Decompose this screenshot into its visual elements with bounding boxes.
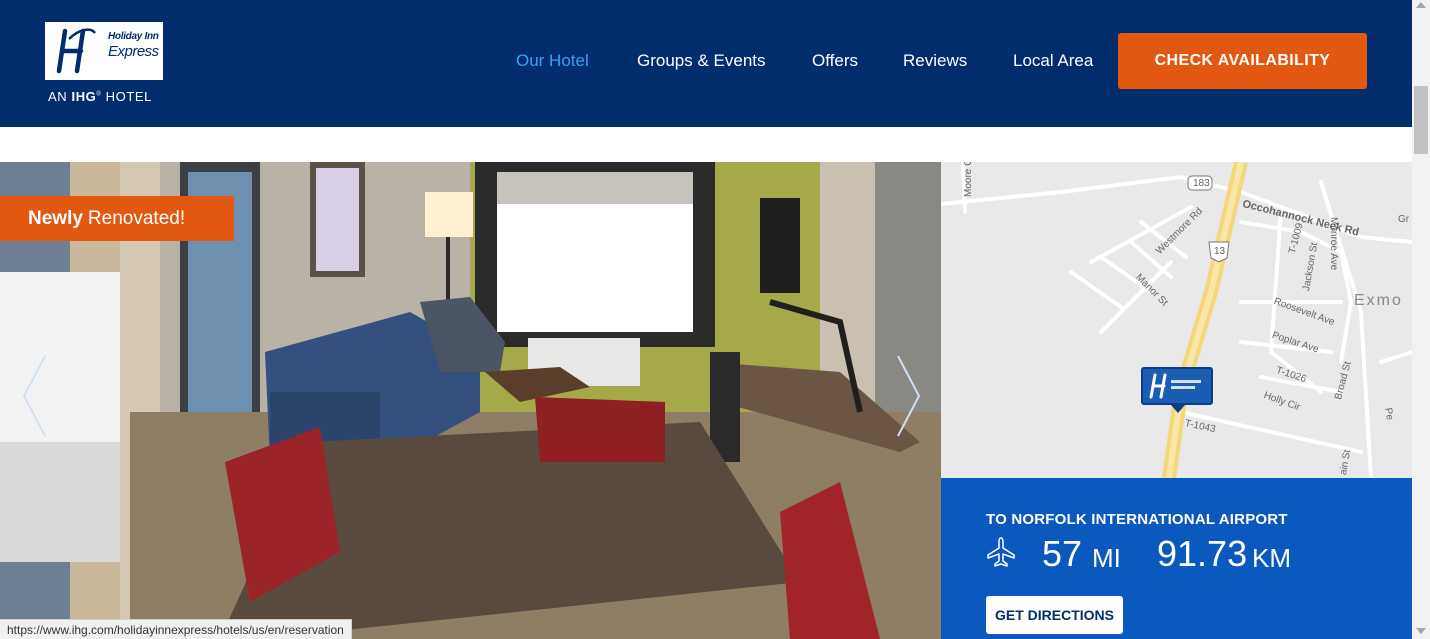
map-label-route-13: 13 (1214, 246, 1226, 257)
map-label-moore: Moore C (963, 162, 974, 197)
nav-reviews[interactable]: Reviews (903, 51, 967, 73)
pin-logo-icon (1149, 373, 1201, 399)
logo-tagline: AN IHG® HOTEL (48, 89, 152, 104)
get-directions-button[interactable]: GET DIRECTIONS (986, 596, 1123, 634)
airport-distance-panel: TO NORFOLK INTERNATIONAL AIRPORT 57 MI 9… (941, 478, 1412, 639)
scroll-down-arrow-icon[interactable] (1416, 628, 1426, 634)
nav-offers[interactable]: Offers (812, 51, 858, 73)
map-label-exmo: Exmo (1354, 292, 1403, 309)
map-label-gr: Gr (1398, 214, 1410, 225)
check-availability-button[interactable]: CHECK AVAILABILITY (1118, 33, 1367, 89)
hotel-map-pin-icon[interactable] (1141, 367, 1213, 413)
logo-tagline-prefix: AN (48, 89, 72, 104)
newly-renovated-badge: Newly Renovated! (0, 196, 234, 241)
nav-local-area[interactable]: Local Area (1013, 51, 1093, 73)
map-label-pe: Pe (1382, 407, 1396, 421)
chevron-left-icon[interactable] (20, 354, 50, 438)
logo-brand-line2: Express (108, 43, 159, 60)
plane-icon (987, 537, 1015, 567)
logo-brand-line1: Holiday Inn (108, 31, 159, 42)
airport-title: TO NORFOLK INTERNATIONAL AIRPORT (986, 511, 1288, 528)
page: Holiday Inn Express AN IHG® HOTEL Our Ho… (0, 0, 1430, 639)
nav-our-hotel[interactable]: Our Hotel (516, 51, 589, 73)
hero-carousel: Newly Renovated! (0, 162, 941, 639)
site-header: Holiday Inn Express AN IHG® HOTEL Our Ho… (0, 0, 1412, 127)
page-scrollbar[interactable] (1412, 0, 1430, 639)
brand-logo[interactable]: Holiday Inn Express (45, 22, 163, 80)
link-status-bar: https://www.ihg.com/holidayinnexpress/ho… (0, 619, 352, 639)
nav-groups-events[interactable]: Groups & Events (637, 51, 766, 73)
logo-tagline-brand: IHG (71, 89, 97, 104)
miles-unit: MI (1092, 543, 1121, 573)
map-label-route-183: 183 (1193, 178, 1210, 189)
scroll-thumb[interactable] (1414, 86, 1428, 154)
badge-bold-text: Newly (28, 207, 83, 229)
holiday-inn-h-icon (56, 28, 97, 74)
km-value: 91.73 (1157, 533, 1248, 574)
map-label-monroe: Monroe Ave (1328, 217, 1339, 271)
km-unit: KM (1252, 543, 1291, 573)
logo-tagline-suffix: HOTEL (101, 89, 152, 104)
map-roads (941, 162, 1412, 478)
scroll-up-arrow-icon[interactable] (1416, 2, 1426, 8)
chevron-right-icon[interactable] (893, 354, 923, 438)
badge-text: Renovated! (87, 207, 186, 229)
miles-value: 57 (1042, 533, 1083, 574)
location-map[interactable]: Moore C 183 Occohannock Neck Rd Monroe A… (941, 162, 1412, 478)
